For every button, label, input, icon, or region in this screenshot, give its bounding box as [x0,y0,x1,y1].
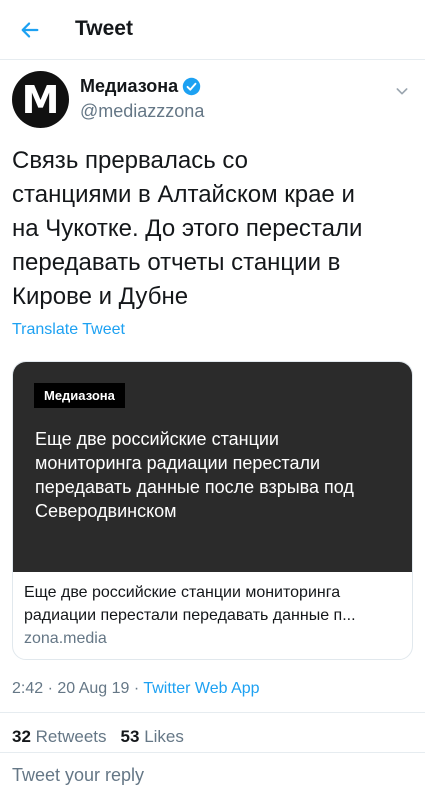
card-image: Медиазона Еще две российские станции мон… [13,362,412,572]
retweets-label: Retweets [35,727,107,746]
tweet-meta: 2:42 · 20 Aug 19 · Twitter Web App [12,680,260,698]
card-logo: Медиазона [34,383,125,408]
back-button[interactable] [14,14,46,46]
author-handle[interactable]: @mediazzzona [80,101,204,122]
card-title: Еще две российские станции мониторинга р… [24,584,356,624]
verified-badge-icon [182,77,201,96]
tweet-timestamp: 2:42 · 20 Aug 19 · [12,680,144,697]
chevron-down-icon [396,88,408,95]
more-options-button[interactable] [391,80,413,102]
author-name[interactable]: Медиазона [80,76,201,97]
link-card[interactable]: Медиазона Еще две российские станции мон… [12,361,413,660]
display-name-text: Медиазона [80,76,179,96]
avatar-logo: M [21,77,60,122]
likes-stat[interactable]: 53 Likes [121,727,184,747]
arrow-left-icon [21,22,39,38]
likes-label: Likes [144,727,184,746]
divider [0,752,425,753]
retweets-stat[interactable]: 32 Retweets [12,727,107,747]
tweet-stats: 32 Retweets 53 Likes [12,727,184,747]
card-image-headline: Еще две российские станции мониторинга р… [35,429,354,521]
translate-tweet-link[interactable]: Translate Tweet [12,321,125,339]
reply-input[interactable]: Tweet your reply [12,765,144,786]
divider [0,712,425,713]
page-title: Tweet [75,17,133,40]
card-domain: zona.media [24,630,107,647]
top-bar: Tweet [0,0,425,60]
tweet-text: Связь прервалась со станциями в Алтайско… [12,147,363,310]
source-app-link[interactable]: Twitter Web App [143,680,259,697]
retweets-count: 32 [12,727,31,746]
avatar[interactable]: M [12,71,69,128]
likes-count: 53 [120,727,140,746]
